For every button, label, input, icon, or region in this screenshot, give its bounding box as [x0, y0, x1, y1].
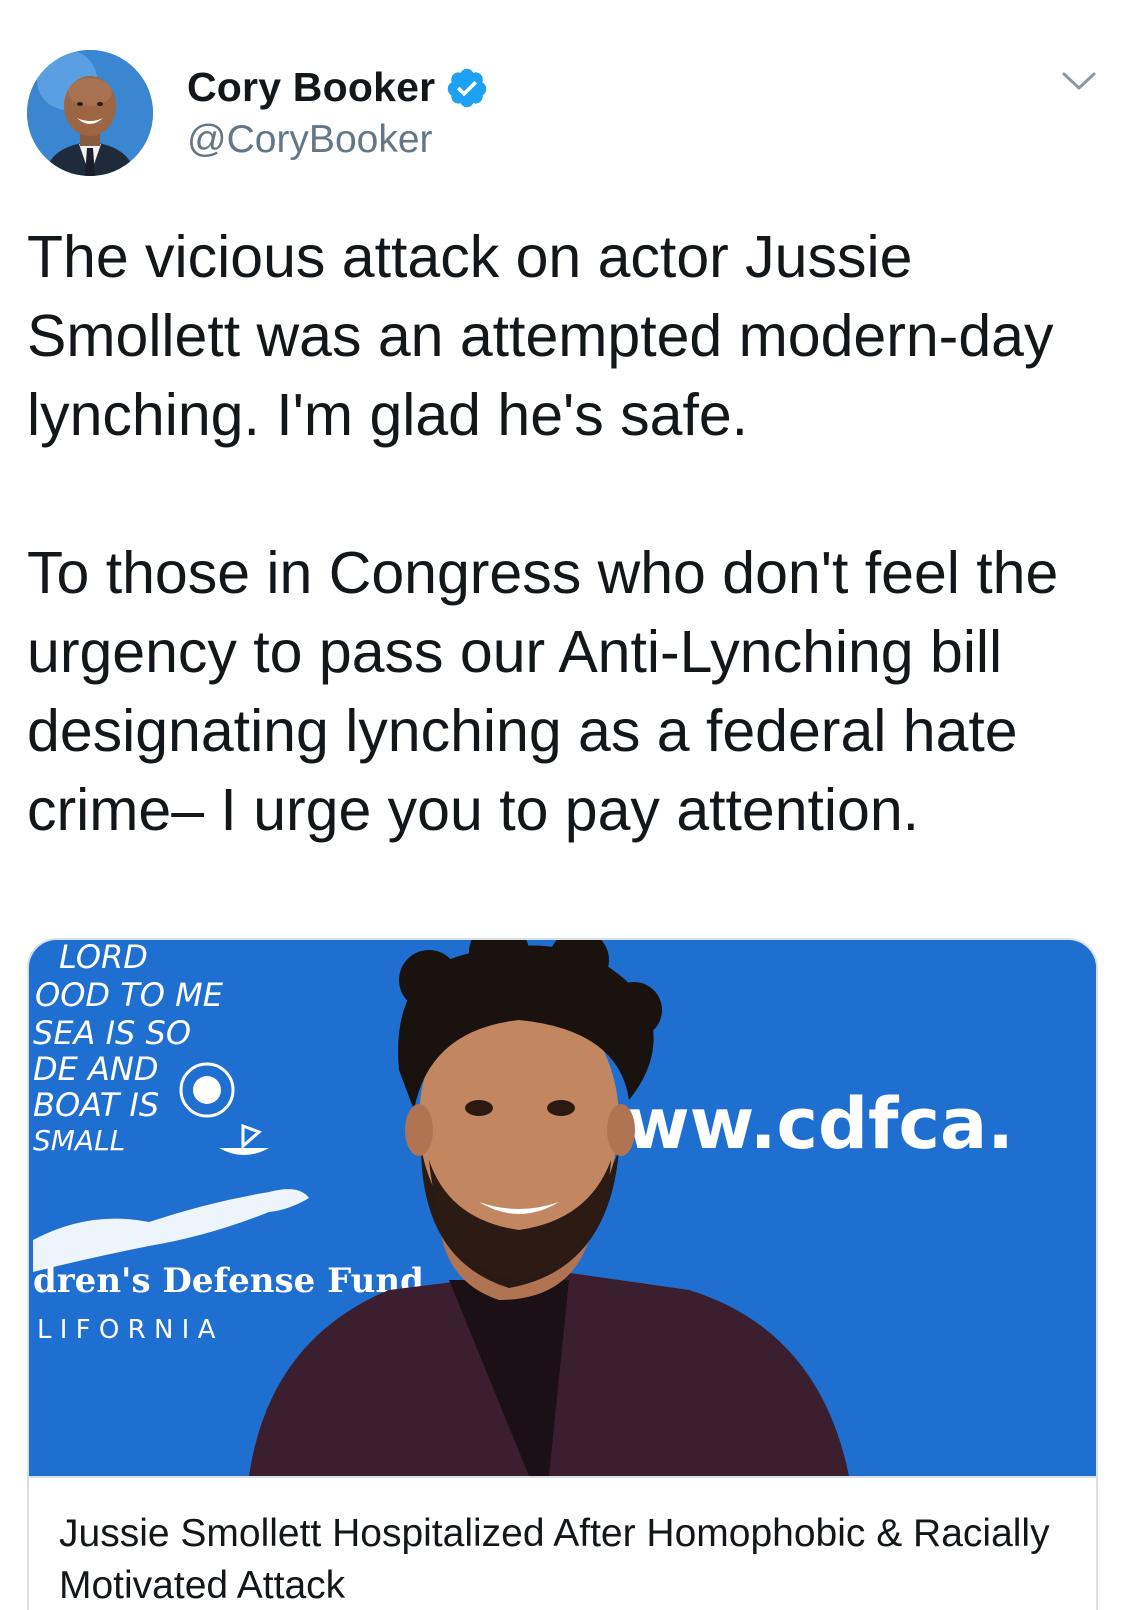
card-title[interactable]: Jussie Smollett Hospitalized After Homop… — [59, 1508, 1059, 1610]
avatar[interactable] — [27, 50, 153, 176]
tweet-paragraph: The vicious attack on actor Jussie Smoll… — [27, 224, 1054, 448]
backdrop-handwriting: OOD TO ME — [35, 976, 224, 1014]
link-preview-card[interactable]: LORD OOD TO ME SEA IS SO DE AND BOAT IS … — [27, 938, 1098, 1610]
backdrop-url: ww.cdfca. — [625, 1083, 1014, 1165]
backdrop-org-name: dren's Defense Fund — [33, 1261, 424, 1301]
profile-photo-icon — [27, 50, 153, 176]
author-handle[interactable]: @CoryBooker — [187, 118, 433, 162]
backdrop-org-region: L I F O R N I A — [37, 1315, 216, 1345]
backdrop-handwriting: LORD — [59, 940, 148, 976]
backdrop-handwriting: DE AND — [33, 1050, 159, 1088]
chevron-down-icon — [1062, 72, 1096, 90]
backdrop-handwriting: SEA IS SO — [33, 1014, 191, 1052]
tweet-paragraph: To those in Congress who don't feel the … — [27, 540, 1059, 843]
backdrop-handwriting: BOAT IS — [33, 1086, 159, 1124]
author-name-row[interactable]: Cory Booker — [187, 64, 489, 111]
tweet-menu-button[interactable] — [1060, 66, 1098, 96]
verified-badge-icon — [445, 66, 489, 110]
author-display-name[interactable]: Cory Booker — [187, 64, 435, 111]
card-image[interactable]: LORD OOD TO ME SEA IS SO DE AND BOAT IS … — [29, 940, 1096, 1476]
backdrop-handwriting: SMALL — [33, 1124, 125, 1157]
tweet-text: The vicious attack on actor Jussie Smoll… — [27, 218, 1107, 850]
card-photo: LORD OOD TO ME SEA IS SO DE AND BOAT IS … — [29, 940, 1096, 1476]
tweet: Cory Booker @CoryBooker The vicious atta… — [0, 0, 1125, 1610]
card-divider — [29, 1476, 1096, 1478]
